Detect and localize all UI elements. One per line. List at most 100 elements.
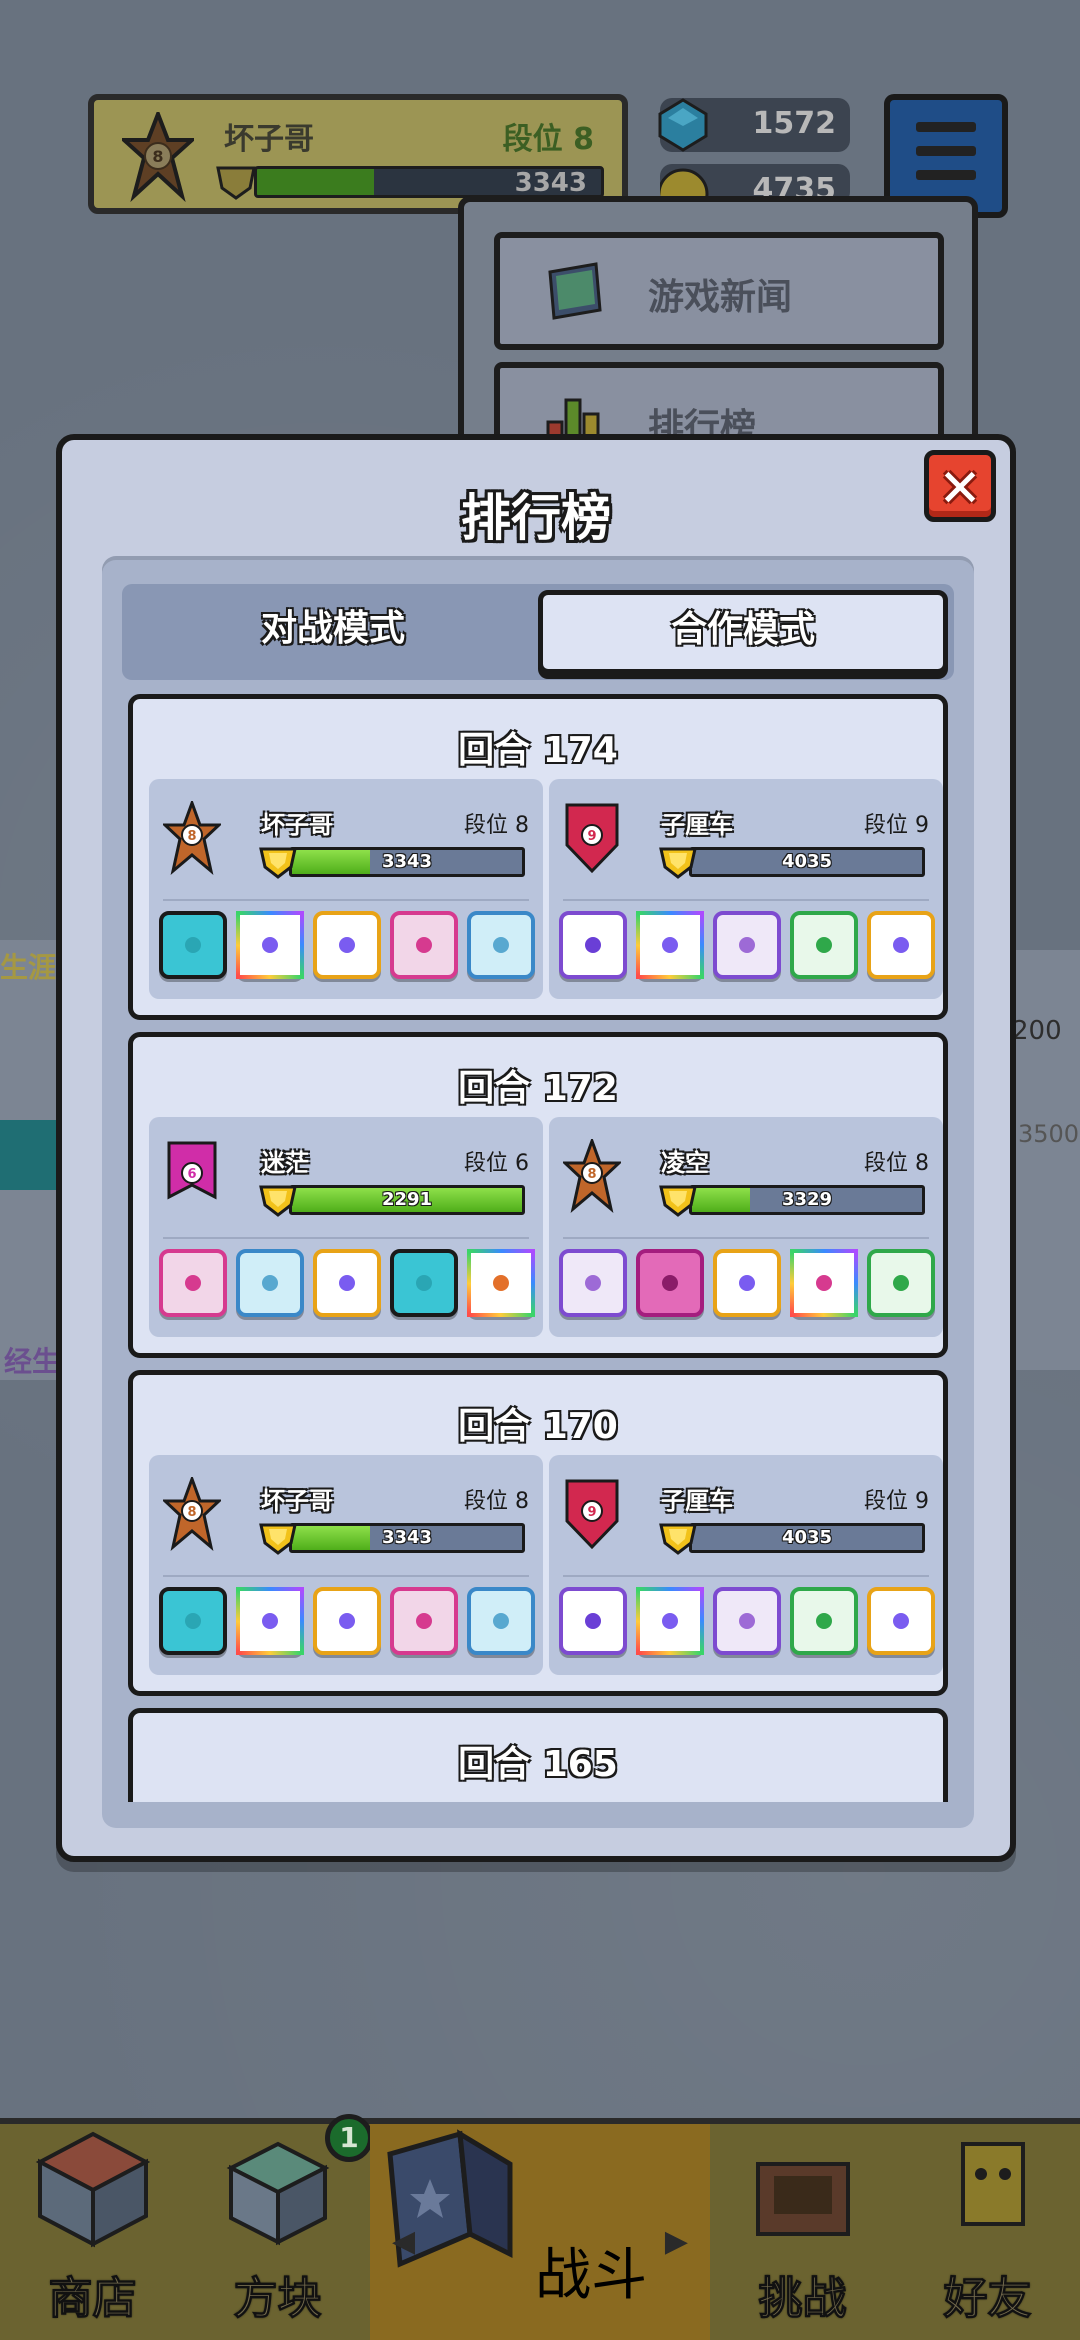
- menu-line-icon: [916, 146, 976, 156]
- dice-tile[interactable]: [559, 911, 627, 979]
- tab-coop-mode[interactable]: 合作模式: [538, 590, 948, 674]
- dice-tile[interactable]: [467, 1587, 535, 1655]
- divider: [163, 1237, 529, 1239]
- rank-star-icon: 8: [122, 112, 194, 202]
- dice-pip-icon: [185, 1275, 201, 1291]
- nav-next-arrow-icon[interactable]: ▶: [665, 2224, 688, 2259]
- player-name: 子厘车: [661, 811, 733, 839]
- nav-battle[interactable]: ◀ ▶ 战斗: [370, 2124, 710, 2340]
- nav-prev-arrow-icon[interactable]: ◀: [392, 2224, 415, 2259]
- player-entry[interactable]: 9 子厘车 段位 9 4035: [549, 779, 943, 999]
- round-card[interactable]: 回合 172 6 迷茫 段位 6 2291 8 凌空 段位 8 3329: [128, 1032, 948, 1358]
- modal-content: 对战模式 合作模式 回合 174 8 坏子哥 段位 8 3343 9 子厘车 段位 9 4035…: [102, 556, 974, 1828]
- news-monitor-icon: [548, 262, 602, 320]
- dice-tile[interactable]: [867, 911, 935, 979]
- rank-badge-icon: 8: [563, 1139, 621, 1213]
- trophy-progress-bar: 4035: [689, 1523, 925, 1553]
- trophy-icon: [659, 1523, 697, 1555]
- divider: [163, 1575, 529, 1577]
- player-entry[interactable]: 8 坏子哥 段位 8 3343: [149, 1455, 543, 1675]
- round-card[interactable]: 回合 174 8 坏子哥 段位 8 3343 9 子厘车 段位 9 4035: [128, 694, 948, 1020]
- nav-shop[interactable]: 商店: [0, 2124, 185, 2340]
- dice-deck: [159, 1249, 535, 1323]
- dice-pip-icon: [493, 1275, 509, 1291]
- player-rank-level: 段位 9: [864, 813, 929, 838]
- dice-tile[interactable]: [313, 1249, 381, 1317]
- rank-number: 8: [187, 829, 196, 844]
- nav-challenge[interactable]: 挑战: [710, 2124, 895, 2340]
- round-card[interactable]: 回合 165: [128, 1708, 948, 1802]
- dice-tile[interactable]: [159, 1249, 227, 1317]
- dice-box-icon: [226, 2141, 329, 2246]
- dice-tile[interactable]: [713, 911, 781, 979]
- dice-tile[interactable]: [313, 911, 381, 979]
- side-panel-left: 生涯 经生: [0, 940, 60, 1380]
- dice-tile[interactable]: [790, 1587, 858, 1655]
- dice-tile[interactable]: [867, 1249, 935, 1317]
- side-left-teal-block: [0, 1120, 60, 1190]
- dice-tile[interactable]: [467, 911, 535, 979]
- trophy-progress-bar: 3343: [289, 1523, 525, 1553]
- dice-deck: [559, 1587, 935, 1661]
- dice-tile[interactable]: [559, 1249, 627, 1317]
- nav-dice[interactable]: 1 方块: [185, 2114, 373, 2340]
- dice-tile[interactable]: [159, 1587, 227, 1655]
- gem-currency[interactable]: 1572: [658, 98, 850, 152]
- dice-tile[interactable]: [236, 911, 304, 979]
- player-entry[interactable]: 9 子厘车 段位 9 4035: [549, 1455, 943, 1675]
- menu-item-news[interactable]: 游戏新闻: [494, 232, 944, 350]
- round-title: 回合 165: [458, 1744, 618, 1785]
- dice-tile[interactable]: [467, 1249, 535, 1317]
- gem-count: 1572: [752, 106, 837, 141]
- nav-challenge-label: 挑战: [758, 2273, 847, 2325]
- trophy-icon: [259, 1523, 297, 1555]
- dice-pip-icon: [893, 937, 909, 953]
- dice-tile[interactable]: [390, 1249, 458, 1317]
- mode-tabs: 对战模式 合作模式: [122, 584, 954, 680]
- round-card[interactable]: 回合 170 8 坏子哥 段位 8 3343 9 子厘车 段位 9 4035: [128, 1370, 948, 1696]
- dice-pip-icon: [739, 1275, 755, 1291]
- tab-battle-mode[interactable]: 对战模式: [128, 590, 538, 674]
- dice-tile[interactable]: [713, 1587, 781, 1655]
- dice-pip-icon: [739, 1613, 755, 1629]
- player-rank-level: 段位 9: [864, 1489, 929, 1514]
- nav-battle-label: 战斗: [535, 2243, 648, 2308]
- dice-tile[interactable]: [236, 1249, 304, 1317]
- side-left-text-top: 生涯: [0, 951, 57, 984]
- player-entry[interactable]: 8 凌空 段位 8 3329: [549, 1117, 943, 1337]
- nav-friends[interactable]: 好友: [895, 2124, 1080, 2340]
- dice-tile[interactable]: [559, 1587, 627, 1655]
- dice-tile[interactable]: [313, 1587, 381, 1655]
- bottom-nav: 商店 1 方块 ◀ ▶ 战斗 挑战 好友: [0, 2114, 1080, 2340]
- dice-tile[interactable]: [636, 1249, 704, 1317]
- trophy-progress-bar: 3343: [289, 847, 525, 877]
- nav-dice-label: 方块: [233, 2273, 322, 2325]
- dice-tile[interactable]: [636, 1587, 704, 1655]
- trophy-count: 2291: [381, 1189, 433, 1210]
- trophy-count: 4035: [781, 851, 833, 872]
- player-name: 坏子哥: [261, 811, 333, 839]
- round-list[interactable]: 回合 174 8 坏子哥 段位 8 3343 9 子厘车 段位 9 4035 回合 172 6 迷茫段…: [128, 694, 948, 1802]
- dice-tile[interactable]: [390, 1587, 458, 1655]
- dice-deck: [559, 911, 935, 985]
- dice-tile[interactable]: [867, 1587, 935, 1655]
- dice-tile[interactable]: [790, 1249, 858, 1317]
- dice-tile[interactable]: [790, 911, 858, 979]
- divider: [163, 899, 529, 901]
- dice-tile[interactable]: [236, 1587, 304, 1655]
- player-entry[interactable]: 6 迷茫 段位 6 2291: [149, 1117, 543, 1337]
- rank-badge-icon: 9: [565, 803, 619, 874]
- dice-deck: [159, 1587, 535, 1661]
- player-entry[interactable]: 8 坏子哥 段位 8 3343: [149, 779, 543, 999]
- side-right-text-mid: 3500: [1018, 1120, 1080, 1148]
- profile-trophy-bar: 3343: [254, 166, 604, 198]
- close-button[interactable]: ✕: [924, 450, 996, 522]
- side-panel-right: 200 3500: [1010, 950, 1080, 1370]
- dice-tile[interactable]: [636, 911, 704, 979]
- dice-tile[interactable]: [390, 911, 458, 979]
- dice-tile[interactable]: [159, 911, 227, 979]
- dice-pip-icon: [262, 1275, 278, 1291]
- player-rank-level: 段位 8: [864, 1151, 929, 1176]
- dice-tile[interactable]: [713, 1249, 781, 1317]
- trophy-count: 4035: [781, 1527, 833, 1548]
